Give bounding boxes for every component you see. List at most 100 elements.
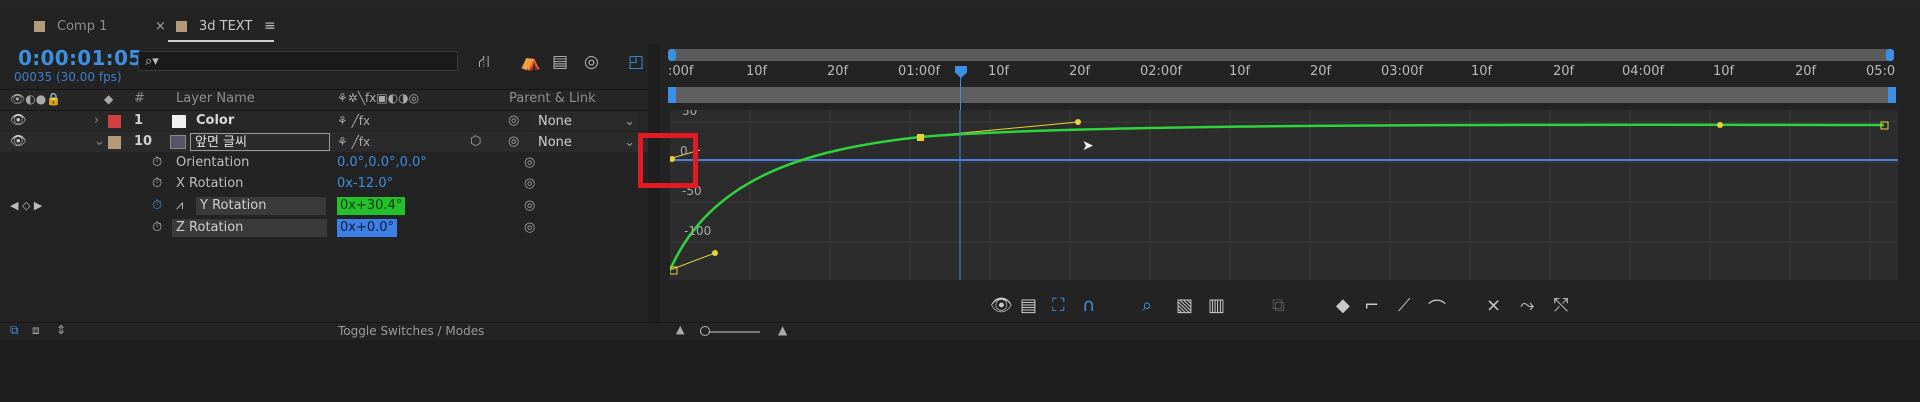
property-name: Orientation — [176, 155, 250, 170]
parent-value: None — [538, 114, 572, 129]
pick-whip-icon[interactable]: ◎ — [524, 218, 535, 238]
column-header: 👁◐●🔒 ◆ # Layer Name ⚘✲╲fx▣◐◑◎ Parent & L… — [0, 89, 648, 111]
ruler-tick: :00f — [668, 64, 694, 79]
hold-keyframe-icon[interactable]: ⌐ — [1364, 295, 1379, 316]
transfer-controls-icon[interactable]: ⧈ — [32, 323, 40, 338]
eye-icon[interactable]: 👁 — [10, 132, 27, 152]
column-parent-link[interactable]: Parent & Link — [509, 91, 596, 106]
tab-comp-1[interactable]: Comp 1 — [34, 8, 107, 44]
pick-whip-icon[interactable]: ◎ — [524, 196, 535, 216]
search-input[interactable]: ⌕▾ — [138, 51, 458, 71]
easy-ease-out-icon[interactable]: ⤲ — [1554, 295, 1568, 316]
transform-box-icon[interactable]: ⛶ — [1052, 295, 1065, 316]
easy-ease-in-icon[interactable]: ⤳ — [1520, 295, 1534, 316]
property-value-selected[interactable]: 0x+30.4° — [337, 197, 406, 215]
property-row-y-rotation[interactable]: ◀ ◇ ▶ ⏱ ⩘ Y Rotation 0x+30.4° ◎ — [0, 196, 648, 216]
layer-duration-bar[interactable] — [668, 87, 1894, 103]
layer-row[interactable]: 👁 › 1 Color ⚘ ╱fx ◎ None ⌄ — [0, 111, 648, 131]
graph-toggle-icon[interactable]: ⩘ — [176, 196, 183, 216]
comp-swatch-icon — [34, 20, 45, 32]
property-row-z-rotation[interactable]: ⏱ Z Rotation 0x+0.0° ◎ — [0, 218, 648, 238]
ruler-tick: 20f — [1795, 64, 1817, 79]
fit-all-icon[interactable]: ▥ — [1208, 295, 1225, 316]
stopwatch-icon[interactable]: ⏱ — [152, 153, 162, 173]
ruler-tick: 20f — [827, 64, 849, 79]
zoom-in-icon[interactable]: ▲ — [778, 323, 787, 337]
timeline-bottom-bar: ⧉ ⧈ ⇕ Toggle Switches / Modes ▲ ▲ — [0, 322, 1920, 341]
shy-layers-icon[interactable]: ⛺ — [520, 52, 541, 72]
precomp-layer-icon — [170, 135, 186, 149]
ruler-tick: 10f — [746, 64, 768, 79]
work-area-bar[interactable] — [668, 49, 1894, 61]
stopwatch-icon[interactable]: ⏱ — [152, 174, 162, 194]
layer-out-handle[interactable] — [1888, 87, 1896, 103]
zoom-out-icon[interactable]: ▲ — [676, 323, 684, 336]
layer-switches-toggle-icon[interactable]: ⧉ — [10, 323, 19, 338]
current-time-display[interactable]: 0:00:01:05 — [18, 46, 142, 70]
ruler-tick: 10f — [1471, 64, 1493, 79]
property-name: X Rotation — [176, 176, 244, 191]
pick-whip-icon[interactable]: ◎ — [508, 132, 519, 152]
label-tag-icon: ◆ — [104, 92, 114, 106]
close-icon[interactable]: × — [155, 8, 166, 44]
eye-icon[interactable]: 👁 — [10, 111, 27, 131]
toggle-switches-modes[interactable]: Toggle Switches / Modes — [338, 324, 484, 338]
bezier-handle[interactable] — [1717, 122, 1723, 128]
y-rotation-curve[interactable] — [670, 123, 1885, 271]
layer-switches[interactable]: ⚘ ╱fx — [337, 111, 370, 131]
fit-selection-icon[interactable]: ▧ — [1176, 295, 1193, 316]
zoom-slider-thumb[interactable] — [700, 326, 710, 336]
property-value[interactable]: 0.0°,0.0°,0.0° — [337, 153, 427, 173]
layer-row[interactable]: 👁 ⌄ 10 앞면 글씨 ⚘ ╱fx ⬡ ◎ None ⌄ — [0, 132, 648, 152]
property-value[interactable]: 0x-12.0° — [337, 174, 393, 194]
in-out-columns-icon[interactable]: ⇕ — [56, 323, 66, 337]
column-number: # — [134, 91, 145, 106]
chevron-right-icon[interactable]: › — [94, 111, 99, 131]
tab-3d-text[interactable]: 3d TEXT — [176, 8, 252, 44]
layer-name[interactable]: 앞면 글씨 — [190, 133, 330, 151]
panel-menu-icon[interactable]: ≡ — [264, 8, 276, 44]
stopwatch-icon[interactable]: ⏱ — [152, 218, 162, 238]
graph-value-label: -100 — [684, 224, 712, 238]
keyframe-selected[interactable] — [917, 134, 924, 141]
bezier-handle[interactable] — [1075, 119, 1081, 125]
show-properties-icon[interactable]: 👁 — [990, 295, 1013, 316]
graph-canvas[interactable] — [670, 110, 1898, 280]
layer-name[interactable]: Color — [196, 111, 234, 131]
property-name: Z Rotation — [172, 219, 327, 237]
pick-whip-icon[interactable]: ◎ — [508, 111, 519, 131]
3d-layer-icon[interactable]: ⬡ — [470, 132, 481, 152]
property-row-orientation[interactable]: ⏱ Orientation 0.0°,0.0°,0.0° ◎ — [0, 153, 648, 173]
ruler-tick: 10f — [1713, 64, 1735, 79]
graph-options-icon[interactable]: ▤ — [1020, 295, 1037, 316]
linear-keyframe-icon[interactable]: ⟋ — [1398, 295, 1411, 316]
pick-whip-icon[interactable]: ◎ — [524, 174, 535, 194]
auto-zoom-icon[interactable]: ⌕ — [1142, 295, 1152, 316]
parent-select[interactable]: None ⌄ — [533, 112, 638, 130]
auto-bezier-icon[interactable]: ⌒ — [1428, 295, 1446, 321]
layer-switches[interactable]: ⚘ ╱fx — [337, 132, 370, 152]
easy-ease-icon[interactable]: ⨯ — [1486, 295, 1501, 316]
keyframe-navigator[interactable]: ◀ ◇ ▶ — [10, 196, 42, 216]
graph-area[interactable]: 50 0 -50 -100 ➤ — [670, 110, 1898, 280]
work-area-start-handle[interactable] — [668, 49, 676, 61]
parent-select[interactable]: None ⌄ — [533, 133, 638, 151]
graph-editor-icon[interactable]: ◰ — [628, 52, 644, 72]
work-area-end-handle[interactable] — [1886, 49, 1894, 61]
motion-blur-icon[interactable]: ◎ — [584, 52, 599, 72]
edit-keyframe-icon[interactable]: ◆ — [1336, 295, 1350, 316]
separate-dimensions-icon: ⧉ — [1272, 295, 1285, 316]
label-color-swatch[interactable] — [108, 115, 121, 128]
layer-in-handle[interactable] — [668, 87, 676, 103]
pick-whip-icon[interactable]: ◎ — [524, 153, 535, 173]
property-row-x-rotation[interactable]: ⏱ X Rotation 0x-12.0° ◎ — [0, 174, 648, 194]
label-color-swatch[interactable] — [108, 136, 121, 149]
chevron-down-icon[interactable]: ⌄ — [94, 132, 105, 152]
stopwatch-active-icon[interactable]: ⏱ — [152, 196, 162, 216]
bezier-handle[interactable] — [712, 250, 718, 256]
property-value-selected[interactable]: 0x+0.0° — [337, 219, 398, 237]
snap-icon[interactable]: ∩ — [1082, 295, 1095, 316]
frame-blending-icon[interactable]: ▤ — [552, 52, 568, 72]
comp-flowchart-icon[interactable]: ⛙ — [478, 52, 490, 74]
column-layer-name[interactable]: Layer Name — [176, 91, 255, 106]
